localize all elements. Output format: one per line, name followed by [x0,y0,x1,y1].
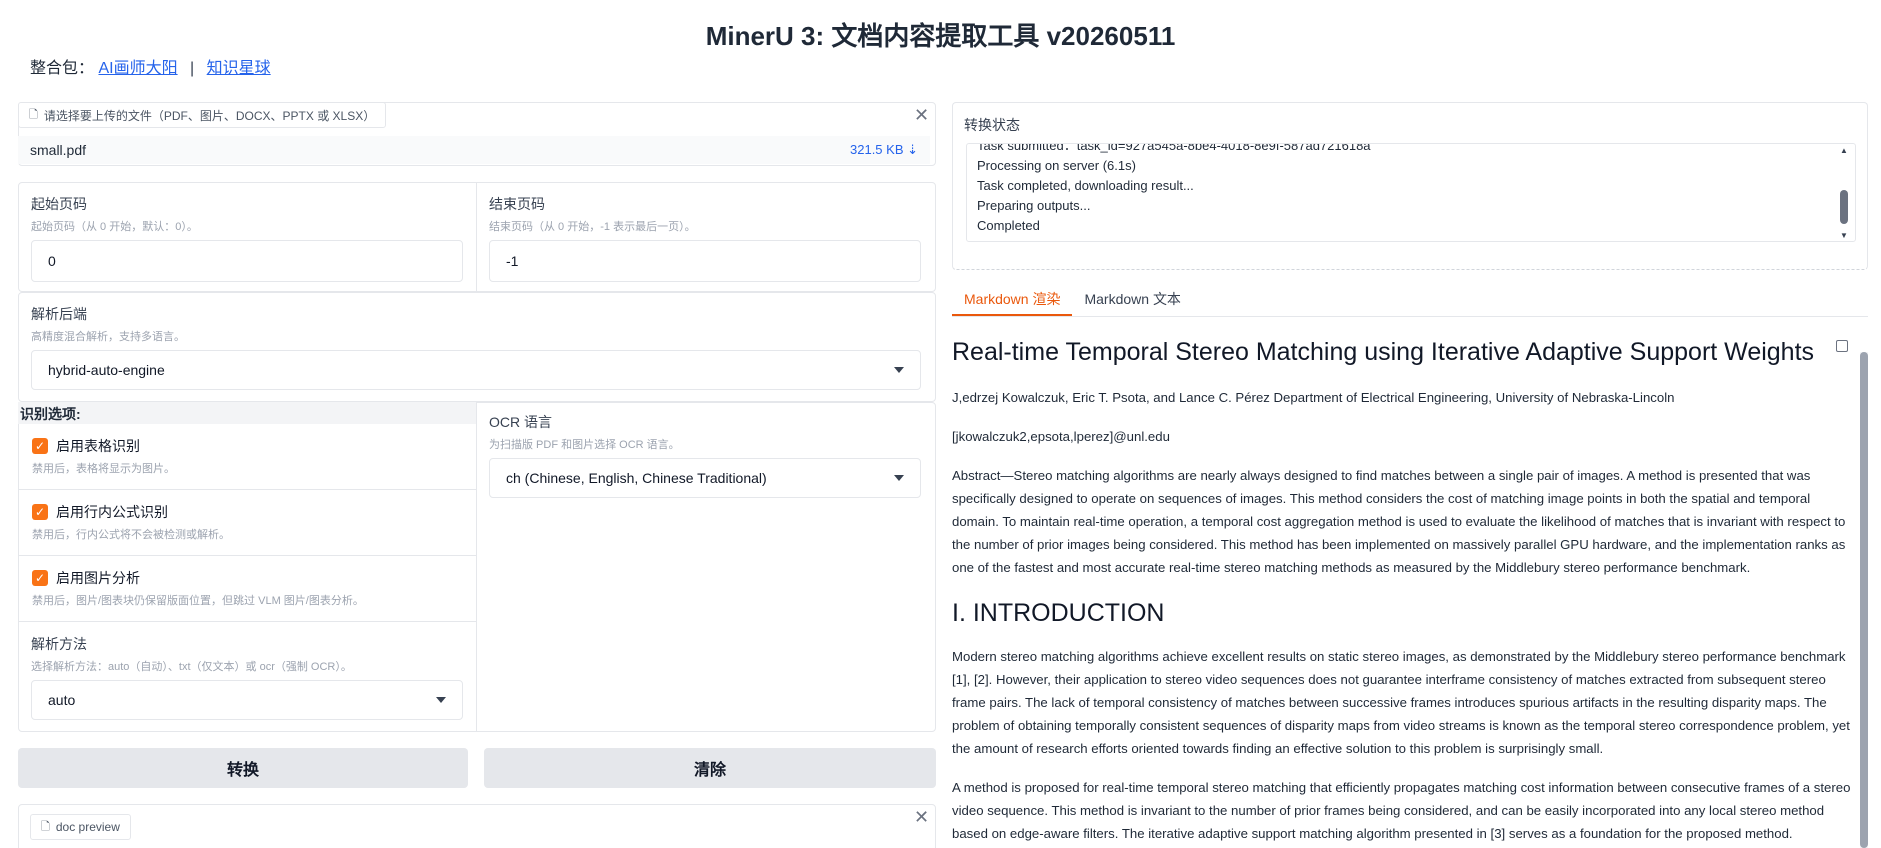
clear-button[interactable]: 清除 [484,748,936,788]
option-formula-label: 启用行内公式识别 [56,504,168,520]
file-icon: 🗋 [41,820,50,833]
doc-authors: J,edrzej Kowalczuk, Eric T. Psota, and L… [952,390,1675,405]
backend-hint: 高精度混合解析，支持多语言。 [31,331,185,343]
status-log[interactable]: Task submitted：task_id=927a545a-8be4-401… [966,143,1856,242]
status-line: Task submitted：task_id=927a545a-8be4-401… [977,143,1371,153]
status-line: Processing on server (6.1s) [977,158,1136,173]
doc-emails: [jkowalczuk2,epsota,lperez]@unl.edu [952,429,1170,444]
backend-label: 解析后端 [31,306,87,322]
section-heading: I. INTRODUCTION [952,599,1165,627]
scrollbar[interactable]: ▲ ▼ [1839,146,1849,240]
ocr-language-select[interactable]: ch (Chinese, English, Chinese Traditiona… [489,458,921,498]
options-title: 识别选项: [18,402,476,424]
method-value: auto [48,692,76,708]
option-image-hint: 禁用后，图片/图表块仍保留版面位置，但跳过 VLM 图片/图表分析。 [32,595,364,607]
file-name: small.pdf [30,142,87,158]
scrollbar[interactable] [1860,352,1868,848]
end-page-header: 结束页码 结束页码（从 0 开始，-1 表示最后一页）。 [489,194,696,234]
end-page-input[interactable]: -1 [489,240,921,282]
scroll-up-icon[interactable]: ▲ [1839,146,1849,155]
ocr-label: OCR 语言 [489,414,552,430]
option-table-label: 启用表格识别 [56,438,140,454]
method-select[interactable]: auto [31,680,463,720]
ocr-header: OCR 语言 为扫描版 PDF 和图片选择 OCR 语言。 [489,412,680,452]
option-table-row[interactable]: ✓ 启用表格识别 禁用后，表格将显示为图片。 [18,424,476,490]
ocr-value: ch (Chinese, English, Chinese Traditiona… [506,470,767,486]
status-line: Completed [977,218,1040,233]
scroll-down-icon[interactable]: ▼ [1839,231,1849,240]
doc-paragraph: A method is proposed for real-time tempo… [952,780,1851,841]
package-links: 整合包： AI画师大阳 | 知识星球 [30,54,271,78]
doc-abstract: Abstract—Stereo matching algorithms are … [952,468,1846,575]
scrollbar-thumb[interactable] [1860,352,1868,848]
link-ai-painter[interactable]: AI画师大阳 [98,60,177,77]
end-page-hint: 结束页码（从 0 开始，-1 表示最后一页）。 [489,221,696,233]
file-icon: 🗋 [29,108,38,121]
package-label: 整合包： [30,60,95,77]
close-icon[interactable]: ✕ [914,808,929,826]
chevron-down-icon [894,475,904,481]
checkbox-table[interactable]: ✓ [32,438,48,454]
status-line: Preparing outputs... [977,198,1091,213]
doc-preview-panel [18,804,936,848]
close-icon[interactable]: ✕ [914,106,929,124]
method-header: 解析方法 选择解析方法：auto（自动）、txt（仅文本）或 ocr（强制 OC… [31,634,352,674]
app-title: MinerU 3: 文档内容提取工具 v20260511 [705,21,1176,51]
upload-chip-label: 请选择要上传的文件（PDF、图片、DOCX、PPTX 或 XLSX） [43,108,376,123]
upload-chip[interactable]: 🗋 请选择要上传的文件（PDF、图片、DOCX、PPTX 或 XLSX） [18,102,387,128]
divider [476,182,477,292]
backend-select[interactable]: hybrid-auto-engine [31,350,921,390]
file-size[interactable]: 321.5 KB ⇣ [850,142,918,158]
status-line: Task completed, downloading result... [977,178,1194,193]
ocr-hint: 为扫描版 PDF 和图片选择 OCR 语言。 [489,439,680,451]
start-page-input[interactable]: 0 [31,240,463,282]
option-image-label: 启用图片分析 [56,570,140,586]
link-knowledge-planet[interactable]: 知识星球 [207,60,271,77]
output-tabs: Markdown 渲染 Markdown 文本 [952,286,1193,316]
chevron-down-icon [894,367,904,373]
link-separator: | [190,60,195,77]
method-label: 解析方法 [31,636,87,652]
divider [952,316,1868,317]
convert-button[interactable]: 转换 [18,748,468,788]
option-image-row[interactable]: ✓ 启用图片分析 禁用后，图片/图表块仍保留版面位置，但跳过 VLM 图片/图表… [18,556,476,622]
scrollbar-thumb[interactable] [1840,190,1848,224]
start-page-hint: 起始页码（从 0 开始，默认：0）。 [31,221,198,233]
option-table-hint: 禁用后，表格将显示为图片。 [32,463,175,475]
doc-title: Real-time Temporal Stereo Matching using… [952,338,1815,366]
option-formula-row[interactable]: ✓ 启用行内公式识别 禁用后，行内公式将不会被检测或解析。 [18,490,476,556]
tab-markdown-rendered[interactable]: Markdown 渲染 [952,286,1073,316]
divider [476,402,477,732]
tab-markdown-text[interactable]: Markdown 文本 [1072,286,1192,316]
end-page-label: 结束页码 [489,196,545,212]
markdown-render: Real-time Temporal Stereo Matching using… [952,334,1852,848]
doc-paragraph: Modern stereo matching algorithms achiev… [952,649,1850,756]
method-hint: 选择解析方法：auto（自动）、txt（仅文本）或 ocr（强制 OCR）。 [31,661,352,673]
chevron-down-icon [436,697,446,703]
start-page-header: 起始页码 起始页码（从 0 开始，默认：0）。 [31,194,198,234]
checkbox-formula[interactable]: ✓ [32,504,48,520]
doc-preview-chip[interactable]: 🗋 doc preview [30,814,131,840]
checkbox-image[interactable]: ✓ [32,570,48,586]
status-label: 转换状态 [964,117,1020,133]
backend-value: hybrid-auto-engine [48,362,165,378]
backend-header: 解析后端 高精度混合解析，支持多语言。 [31,304,185,344]
doc-preview-label: doc preview [55,820,120,834]
option-formula-hint: 禁用后，行内公式将不会被检测或解析。 [32,529,230,541]
start-page-label: 起始页码 [31,196,87,212]
uploaded-file-row[interactable]: small.pdf 321.5 KB ⇣ [18,136,930,164]
